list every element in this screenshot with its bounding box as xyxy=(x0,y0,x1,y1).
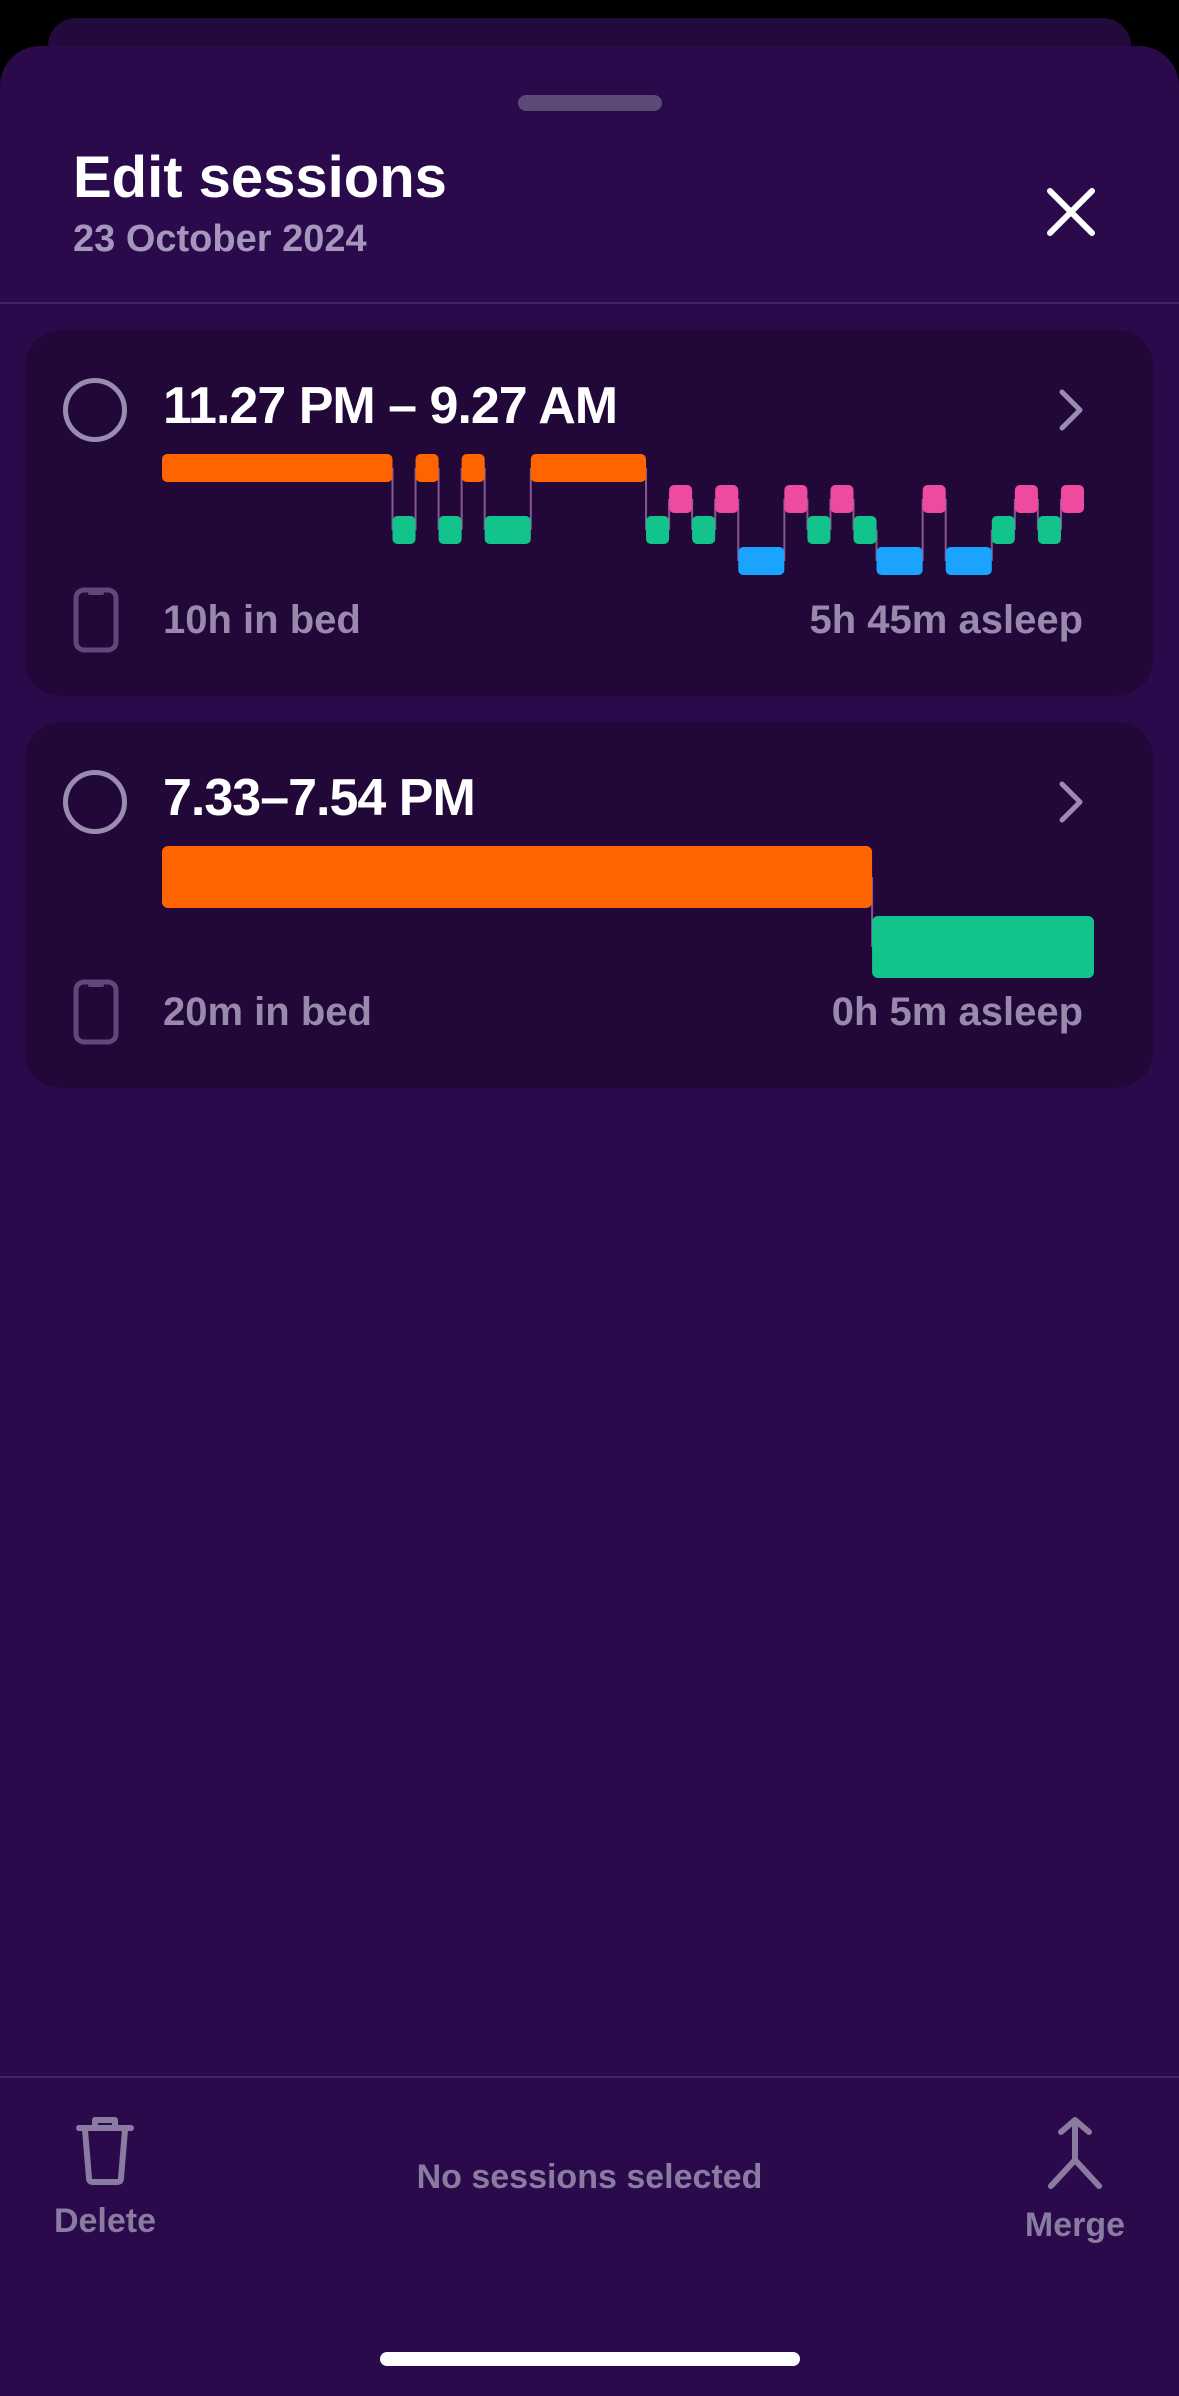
merge-icon xyxy=(1048,2117,1102,2189)
page-title: Edit sessions xyxy=(73,145,447,210)
stage-segment-rem xyxy=(1060,485,1084,513)
stage-segment-rem xyxy=(922,485,946,513)
in-bed-duration: 20m in bed xyxy=(163,990,372,1034)
stage-segment-light xyxy=(438,516,462,544)
stage-segment-awake xyxy=(162,846,873,908)
stage-segment-light xyxy=(692,516,716,544)
stage-segment-deep xyxy=(738,547,785,575)
merge-button[interactable]: Merge xyxy=(1010,2110,1140,2250)
stage-segment-awake xyxy=(162,454,393,482)
delete-label: Delete xyxy=(53,2202,157,2240)
session-card[interactable]: 11.27 PM – 9.27 AM 10h in bed 5h 45m asl… xyxy=(25,330,1153,696)
stage-segment-rem xyxy=(830,485,854,513)
close-button[interactable] xyxy=(1031,172,1111,252)
stage-segment-rem xyxy=(669,485,693,513)
stage-segment-rem xyxy=(784,485,808,513)
stage-segment-light xyxy=(1037,516,1061,544)
stage-segment-light xyxy=(991,516,1015,544)
stage-segment-awake xyxy=(530,454,647,482)
home-indicator[interactable] xyxy=(380,2352,800,2366)
stage-segment-light xyxy=(853,516,877,544)
stage-segment-awake xyxy=(415,454,439,482)
header-divider xyxy=(0,302,1179,304)
stage-segment-light xyxy=(807,516,831,544)
sheet-grabber[interactable] xyxy=(518,95,662,111)
stage-segment-awake xyxy=(461,454,485,482)
merge-label: Merge xyxy=(1024,2206,1126,2244)
session-card[interactable]: 7.33–7.54 PM 20m in bed 0h 5m asleep xyxy=(25,722,1153,1088)
phone-icon xyxy=(73,979,119,1045)
stage-segment-deep xyxy=(876,547,923,575)
page-date: 23 October 2024 xyxy=(73,218,367,260)
stage-segment-rem xyxy=(715,485,739,513)
stage-segment-light xyxy=(646,516,670,544)
stage-segment-deep xyxy=(945,547,992,575)
phone-icon xyxy=(73,587,119,653)
in-bed-duration: 10h in bed xyxy=(163,598,361,642)
toolbar-divider xyxy=(0,2076,1179,2078)
asleep-duration: 0h 5m asleep xyxy=(831,990,1083,1034)
stage-segment-light xyxy=(392,516,416,544)
close-icon xyxy=(1047,188,1095,236)
stage-segment-light xyxy=(872,916,1094,978)
stage-segment-rem xyxy=(1014,485,1038,513)
asleep-duration: 5h 45m asleep xyxy=(809,598,1084,642)
stage-segment-light xyxy=(484,516,531,544)
selection-status: No sessions selected xyxy=(416,2158,763,2196)
